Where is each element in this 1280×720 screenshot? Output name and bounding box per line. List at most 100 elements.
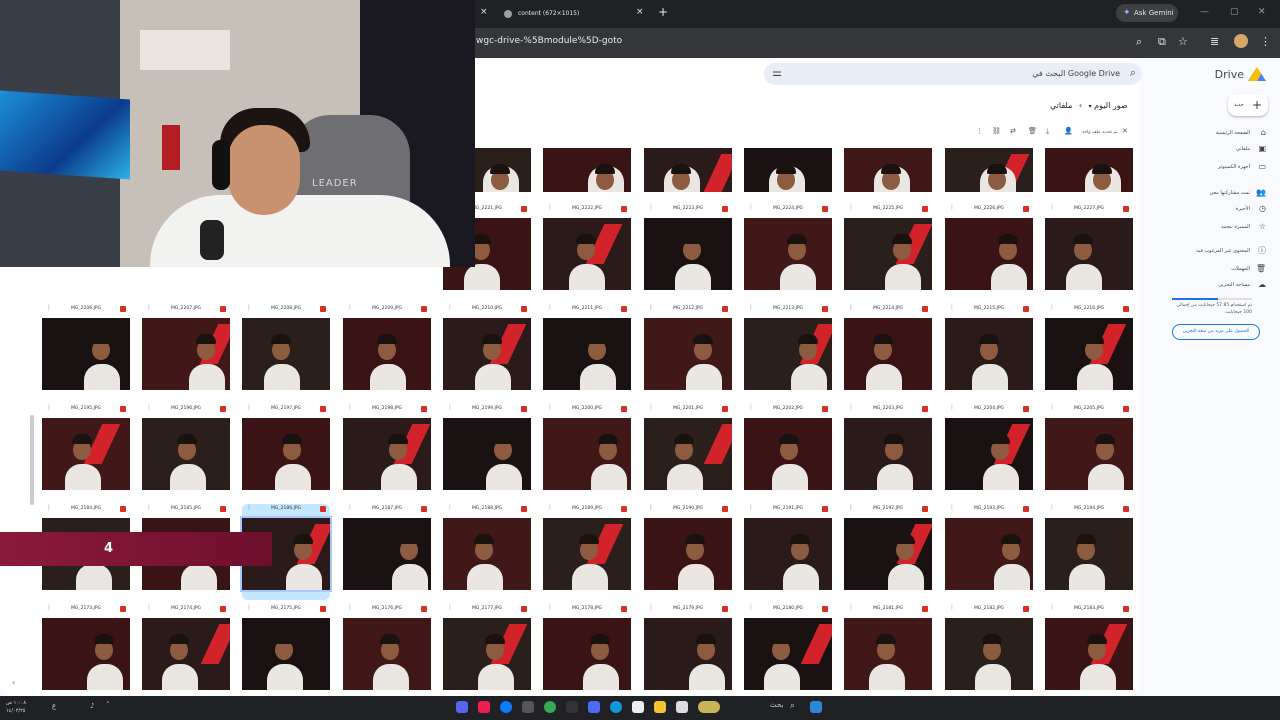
image-thumbnail[interactable] [844, 518, 932, 590]
more-options-icon[interactable]: ⋮ [547, 504, 553, 511]
zoom-icon[interactable]: ⌕ [1136, 35, 1142, 49]
image-thumbnail[interactable] [644, 318, 732, 390]
bookmark-star-icon[interactable]: ☆ [1178, 35, 1188, 48]
image-thumbnail[interactable] [1045, 618, 1133, 690]
vscode-icon[interactable] [588, 701, 600, 713]
image-thumbnail[interactable] [945, 418, 1033, 490]
new-button[interactable]: جديد + [1228, 94, 1268, 116]
more-options-icon[interactable]: ⋮ [146, 504, 152, 511]
file-card[interactable]: MG_2196.JPG ⋮ [142, 404, 230, 500]
file-card[interactable] [945, 134, 1033, 194]
file-card[interactable]: MG_2180.JPG ⋮ [744, 604, 832, 700]
file-explorer-icon[interactable] [654, 701, 666, 713]
image-thumbnail[interactable] [543, 318, 631, 390]
image-thumbnail[interactable] [744, 618, 832, 690]
file-card[interactable]: MG_2178.JPG ⋮ [543, 604, 631, 700]
file-card[interactable]: MG_2190.JPG ⋮ [644, 504, 732, 600]
image-thumbnail[interactable] [242, 318, 330, 390]
ask-gemini-button[interactable]: ✦ Ask Gemini [1116, 4, 1178, 22]
file-card[interactable] [1045, 134, 1133, 194]
store-icon[interactable] [632, 701, 644, 713]
image-thumbnail[interactable] [142, 618, 230, 690]
file-card[interactable]: MG_2214.JPG ⋮ [844, 304, 932, 400]
image-thumbnail[interactable] [42, 618, 130, 690]
grid-scrollbar[interactable] [30, 415, 34, 505]
taskbar-search[interactable]: بحث [770, 701, 783, 709]
image-thumbnail[interactable] [42, 318, 130, 390]
search-icon[interactable]: ⌕ [790, 701, 795, 711]
more-options-icon[interactable]: ⋮ [748, 204, 754, 211]
more-options-icon[interactable]: ⋮ [848, 504, 854, 511]
image-thumbnail[interactable] [744, 218, 832, 290]
maximize-icon[interactable]: ▢ [1230, 7, 1239, 17]
file-card[interactable]: MG_2181.JPG ⋮ [844, 604, 932, 700]
file-card[interactable]: MG_2202.JPG ⋮ [744, 404, 832, 500]
file-card[interactable]: MG_2216.JPG ⋮ [1045, 304, 1133, 400]
file-card[interactable]: MG_2227.JPG ⋮ [1045, 204, 1133, 300]
more-options-icon[interactable]: ⋮ [848, 604, 854, 611]
more-options-icon[interactable]: ⋮ [648, 604, 654, 611]
more-options-icon[interactable]: ⋮ [1049, 604, 1055, 611]
image-thumbnail[interactable] [844, 318, 932, 390]
file-card[interactable]: MG_2174.JPG ⋮ [142, 604, 230, 700]
sidebar-item[interactable]: المحتوى غير المرغوب فيه ⓘ [1196, 246, 1266, 256]
more-options-icon[interactable]: ⋮ [648, 404, 654, 411]
image-thumbnail[interactable] [443, 618, 531, 690]
file-card[interactable]: MG_2222.JPG ⋮ [543, 204, 631, 300]
more-options-icon[interactable]: ⋮ [949, 504, 955, 511]
image-thumbnail[interactable] [744, 418, 832, 490]
more-options-icon[interactable]: ⋮ [748, 304, 754, 311]
image-thumbnail[interactable] [844, 218, 932, 290]
file-card[interactable]: MG_2207.JPG ⋮ [142, 304, 230, 400]
more-options-icon[interactable]: ⋮ [347, 504, 353, 511]
more-options-icon[interactable]: ⋮ [246, 404, 252, 411]
file-card[interactable]: MG_2223.JPG ⋮ [644, 204, 732, 300]
image-thumbnail[interactable] [543, 518, 631, 590]
image-thumbnail[interactable] [543, 148, 631, 192]
image-thumbnail[interactable] [644, 518, 732, 590]
more-options-icon[interactable]: ⋮ [748, 604, 754, 611]
image-thumbnail[interactable] [343, 418, 431, 490]
image-thumbnail[interactable] [1045, 518, 1133, 590]
sidebar-item[interactable]: تمت مشاركتها معي 👥 [1210, 188, 1266, 198]
image-thumbnail[interactable] [142, 418, 230, 490]
reading-list-icon[interactable]: ≣ [1210, 35, 1219, 48]
image-thumbnail[interactable] [945, 518, 1033, 590]
more-options-icon[interactable]: ⋮ [447, 604, 453, 611]
image-thumbnail[interactable] [744, 148, 832, 192]
sidebar-item[interactable]: الصفحة الرئيسية ⌂ [1216, 128, 1267, 138]
more-options-icon[interactable]: ⋮ [949, 304, 955, 311]
file-card[interactable]: MG_2194.JPG ⋮ [1045, 504, 1133, 600]
file-card[interactable]: MG_2179.JPG ⋮ [644, 604, 732, 700]
file-card[interactable]: MG_2206.JPG ⋮ [42, 304, 130, 400]
obs-icon[interactable] [522, 701, 534, 713]
image-thumbnail[interactable] [543, 618, 631, 690]
sidebar-item[interactable]: أجهزة الكمبيوتر ▭ [1218, 162, 1266, 172]
file-card[interactable]: MG_2204.JPG ⋮ [945, 404, 1033, 500]
more-options-icon[interactable]: ⋮ [748, 404, 754, 411]
more-options-icon[interactable]: ⋮ [848, 304, 854, 311]
more-options-icon[interactable]: ⋮ [648, 304, 654, 311]
file-card[interactable]: MG_2201.JPG ⋮ [644, 404, 732, 500]
more-options-icon[interactable]: ⋮ [547, 404, 553, 411]
more-options-icon[interactable]: ⋮ [1049, 204, 1055, 211]
more-options-icon[interactable]: ⋮ [246, 604, 252, 611]
file-card[interactable]: MG_2183.JPG ⋮ [1045, 604, 1133, 700]
file-card[interactable] [543, 134, 631, 194]
menu-kebab-icon[interactable]: ⋮ [1260, 35, 1271, 48]
get-storage-button[interactable]: الحصول على مزيد من سعة التخزين [1172, 324, 1260, 340]
tiktok-icon[interactable] [478, 701, 490, 713]
file-card[interactable]: MG_2193.JPG ⋮ [945, 504, 1033, 600]
image-thumbnail[interactable] [945, 148, 1033, 192]
more-options-icon[interactable]: ⋮ [648, 204, 654, 211]
tab-close-icon[interactable]: × [636, 7, 644, 17]
terminal-icon[interactable] [566, 701, 578, 713]
image-thumbnail[interactable] [1045, 148, 1133, 192]
more-options-icon[interactable]: ⋮ [347, 604, 353, 611]
address-bar-url[interactable]: wgc-drive-%5Bmodule%5D-goto [476, 36, 622, 46]
new-tab-button[interactable]: + [658, 5, 668, 19]
more-options-icon[interactable]: ⋮ [146, 604, 152, 611]
more-options-icon[interactable]: ⋮ [347, 304, 353, 311]
more-options-icon[interactable]: ⋮ [1049, 404, 1055, 411]
image-thumbnail[interactable] [945, 618, 1033, 690]
